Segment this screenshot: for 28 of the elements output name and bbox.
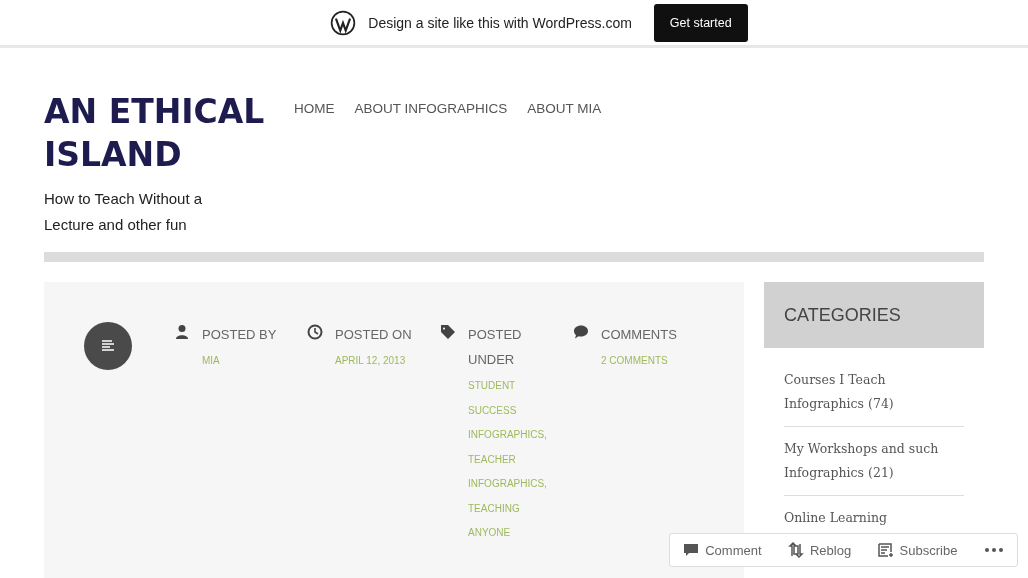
meta-label: COMMENTS bbox=[601, 326, 678, 344]
promo-text: Design a site like this with WordPress.com bbox=[368, 14, 632, 31]
speech-bubble-icon bbox=[683, 542, 700, 558]
get-started-button[interactable]: Get started bbox=[653, 3, 748, 42]
meta-label: POSTED BY bbox=[202, 326, 278, 344]
clock-icon bbox=[307, 324, 323, 340]
ellipsis-icon bbox=[983, 547, 1004, 553]
category-link[interactable]: Courses I Teach Infographics (74) bbox=[784, 368, 964, 416]
speech-bubble-icon bbox=[573, 324, 589, 340]
category-link[interactable]: Online Learning bbox=[784, 506, 964, 530]
wordpress-logo-icon bbox=[330, 9, 357, 36]
category-link[interactable]: My Workshops and such Infographics (21) bbox=[784, 437, 964, 485]
comment-button[interactable]: Comment bbox=[679, 538, 766, 562]
site-tagline: How to Teach Without a Lecture and other fun bbox=[44, 189, 204, 235]
site-title[interactable]: AN ETHICAL ISLAND bbox=[44, 90, 294, 176]
widget-heading: CATEGORIES bbox=[764, 282, 984, 348]
nav-link[interactable]: ABOUT MIA bbox=[527, 101, 602, 119]
standard-post-icon bbox=[84, 322, 132, 370]
subscribe-button[interactable]: Subscribe bbox=[873, 538, 962, 562]
reblog-button[interactable]: Reblog bbox=[783, 538, 856, 562]
meta-label: POSTED ON bbox=[335, 326, 413, 344]
tag-icon bbox=[440, 324, 456, 340]
nav-link[interactable]: ABOUT INFOGRAPHICS bbox=[354, 101, 508, 119]
nav-link[interactable]: HOME bbox=[294, 101, 335, 119]
meta-label: POSTED UNDER bbox=[468, 326, 523, 369]
reblog-arrows-icon bbox=[787, 542, 804, 558]
subscribe-icon bbox=[877, 542, 894, 558]
person-icon bbox=[174, 324, 190, 340]
